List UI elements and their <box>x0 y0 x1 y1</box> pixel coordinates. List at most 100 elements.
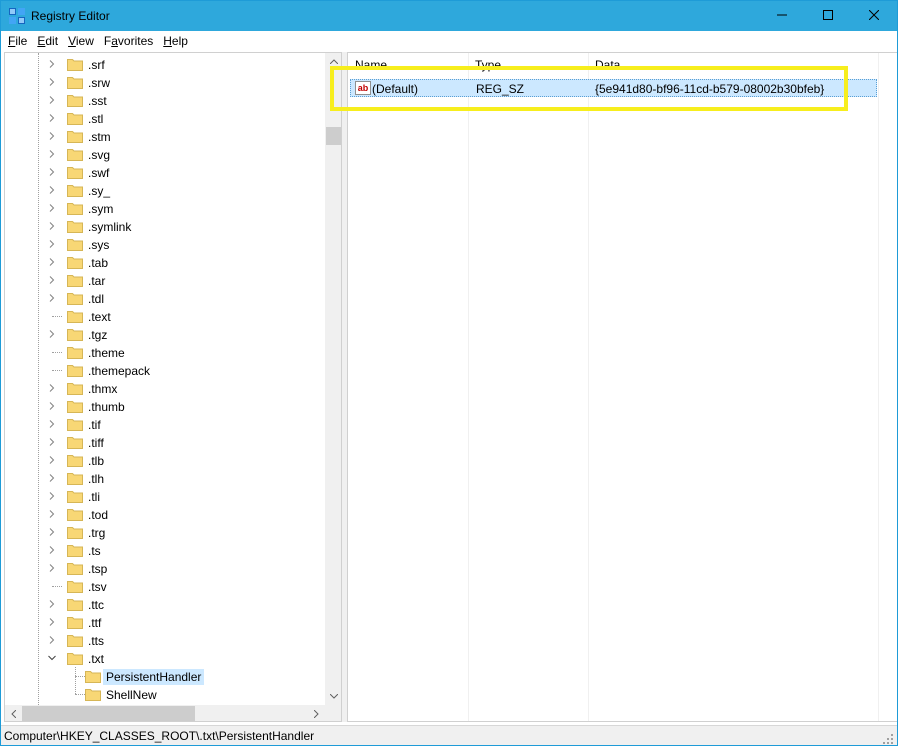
tree-item[interactable]: .thumb <box>5 397 325 415</box>
key-tree-pane[interactable]: .srf .srw .sst .stl .stm .svg .swf .sy_ .sym .sym… <box>4 52 342 722</box>
menu-edit[interactable]: Edit <box>32 31 63 51</box>
expand-chevron-icon[interactable] <box>47 490 57 502</box>
expand-chevron-icon[interactable] <box>47 112 57 124</box>
tree-item[interactable]: .txt <box>5 649 325 667</box>
tree-vertical-scroll-thumb[interactable] <box>326 127 341 145</box>
column-separator[interactable] <box>878 53 879 721</box>
tree-item[interactable]: .theme <box>5 343 325 361</box>
expand-chevron-icon[interactable] <box>47 130 57 142</box>
expand-chevron-icon[interactable] <box>47 634 57 646</box>
tree-item[interactable]: .tdl <box>5 289 325 307</box>
tree-item[interactable]: .tli <box>5 487 325 505</box>
resize-grip-icon[interactable] <box>882 731 894 744</box>
tree-item[interactable]: .tlb <box>5 451 325 469</box>
folder-icon <box>67 255 83 269</box>
tree-item[interactable]: .tlh <box>5 469 325 487</box>
tree-item[interactable]: .ttc <box>5 595 325 613</box>
tree-horizontal-scrollbar[interactable] <box>5 705 325 721</box>
expand-chevron-icon[interactable] <box>47 418 57 430</box>
tree-item[interactable]: .tgz <box>5 325 325 343</box>
expand-chevron-icon[interactable] <box>47 274 57 286</box>
tree-item[interactable]: .tab <box>5 253 325 271</box>
tree-item[interactable]: .tar <box>5 271 325 289</box>
highlight-annotation <box>330 66 848 111</box>
menu-view[interactable]: View <box>63 31 99 51</box>
tree-item[interactable]: .srw <box>5 73 325 91</box>
tree-item[interactable]: .svg <box>5 145 325 163</box>
expand-chevron-icon[interactable] <box>47 148 57 160</box>
menu-favorites[interactable]: Favorites <box>99 31 158 51</box>
menu-file[interactable]: File <box>3 31 32 51</box>
tree-item[interactable]: .sst <box>5 91 325 109</box>
folder-icon <box>67 471 83 485</box>
menu-help[interactable]: Help <box>158 31 193 51</box>
scroll-left-arrow[interactable] <box>5 705 22 721</box>
expand-chevron-icon[interactable] <box>47 508 57 520</box>
scroll-right-arrow[interactable] <box>308 705 325 721</box>
expand-chevron-icon[interactable] <box>47 328 57 340</box>
tree-item[interactable]: .sys <box>5 235 325 253</box>
folder-icon <box>67 129 83 143</box>
tree-item[interactable]: .ts <box>5 541 325 559</box>
tree-item[interactable]: .themepack <box>5 361 325 379</box>
tree-item[interactable]: .text <box>5 307 325 325</box>
tree-subitem[interactable]: PersistentHandler <box>5 667 325 685</box>
values-pane[interactable]: Name Type Data ab (Default) REG_SZ {5e94… <box>347 52 897 722</box>
expand-chevron-icon[interactable] <box>47 58 57 70</box>
expand-chevron-icon[interactable] <box>47 544 57 556</box>
tree-item-label: .tab <box>88 256 109 270</box>
tree-item[interactable]: .ttf <box>5 613 325 631</box>
tree-subitem[interactable]: ShellNew <box>5 685 325 703</box>
expand-chevron-icon[interactable] <box>47 238 57 250</box>
expand-chevron-icon[interactable] <box>47 598 57 610</box>
tree-vertical-scrollbar[interactable] <box>325 53 341 705</box>
expand-chevron-icon[interactable] <box>47 436 57 448</box>
expand-chevron-icon[interactable] <box>47 400 57 412</box>
expand-chevron-icon[interactable] <box>47 526 57 538</box>
expand-chevron-icon[interactable] <box>47 256 57 268</box>
close-button[interactable] <box>851 1 897 31</box>
expand-chevron-icon[interactable] <box>47 166 57 178</box>
expand-chevron-icon[interactable] <box>47 94 57 106</box>
tree-item[interactable]: .tod <box>5 505 325 523</box>
expand-chevron-icon[interactable] <box>47 562 57 574</box>
expand-chevron-icon[interactable] <box>47 382 57 394</box>
tree-item[interactable]: .symlink <box>5 217 325 235</box>
tree-item[interactable]: .sym <box>5 199 325 217</box>
minimize-icon <box>777 9 787 23</box>
folder-icon <box>67 93 83 107</box>
folder-icon <box>67 633 83 647</box>
scrollbar-corner <box>325 705 341 721</box>
tree-item[interactable]: .trg <box>5 523 325 541</box>
tree-item[interactable]: .stl <box>5 109 325 127</box>
tree-item[interactable]: .stm <box>5 127 325 145</box>
expand-chevron-icon[interactable] <box>47 184 57 196</box>
tree-item[interactable]: .tsp <box>5 559 325 577</box>
expand-chevron-icon[interactable] <box>47 202 57 214</box>
tree-item[interactable]: .tts <box>5 631 325 649</box>
title-bar[interactable]: Registry Editor <box>1 1 897 31</box>
tree-item-label: .ts <box>88 544 101 558</box>
tree-item[interactable]: .srf <box>5 55 325 73</box>
tree-item[interactable]: .tsv <box>5 577 325 595</box>
expand-chevron-icon[interactable] <box>47 292 57 304</box>
tree-item[interactable]: .sy_ <box>5 181 325 199</box>
tree-horizontal-scroll-thumb[interactable] <box>22 706 195 721</box>
expand-chevron-icon[interactable] <box>47 472 57 484</box>
folder-icon <box>67 651 83 665</box>
expand-chevron-icon[interactable] <box>47 454 57 466</box>
expand-chevron-icon[interactable] <box>47 616 57 628</box>
tree-item[interactable]: .swf <box>5 163 325 181</box>
column-separator[interactable] <box>468 53 469 721</box>
expand-chevron-icon[interactable] <box>47 76 57 88</box>
folder-icon <box>67 183 83 197</box>
column-separator[interactable] <box>588 53 589 721</box>
maximize-button[interactable] <box>805 1 851 31</box>
minimize-button[interactable] <box>759 1 805 31</box>
expand-chevron-icon[interactable] <box>47 220 57 232</box>
tree-item[interactable]: .tiff <box>5 433 325 451</box>
collapse-chevron-icon[interactable] <box>47 652 57 664</box>
tree-item[interactable]: .tif <box>5 415 325 433</box>
scroll-down-arrow[interactable] <box>325 688 341 705</box>
tree-item[interactable]: .thmx <box>5 379 325 397</box>
